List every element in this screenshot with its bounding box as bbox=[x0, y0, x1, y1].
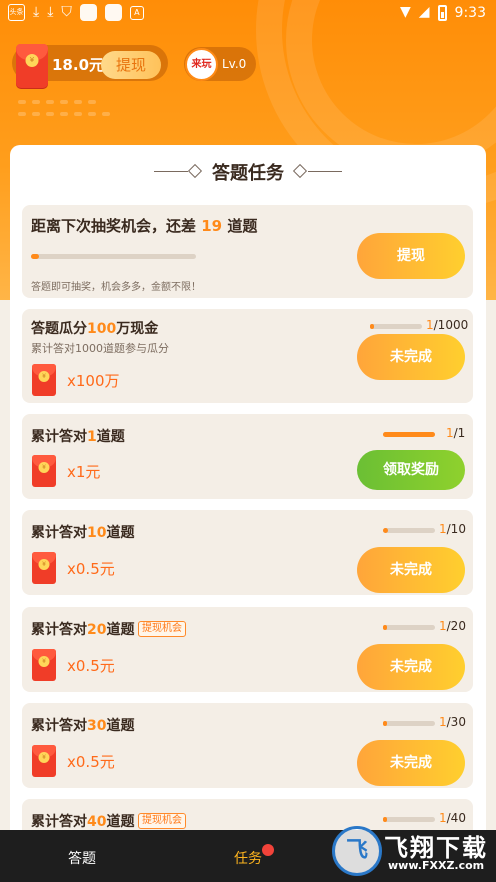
task-reward: x0.5元 bbox=[67, 753, 115, 771]
task-progress-count: 1/30 bbox=[439, 715, 466, 729]
task-progress-fill bbox=[383, 625, 388, 630]
a-letter-icon: A bbox=[129, 5, 144, 20]
notification-dot bbox=[262, 844, 274, 856]
task-progress-bar bbox=[383, 625, 435, 630]
lottery-card: 距离下次抽奖机会，还差 19 道题 答题即可抽奖，机会多多，金额不限！ 提现 bbox=[22, 205, 473, 298]
task-card: 答题瓜分100万现金 累计答对1000道题参与瓜分 1/1000 ¥ x100万 未完成 bbox=[22, 309, 473, 403]
task-progress-bar bbox=[383, 432, 435, 437]
wifi-icon: ▼ bbox=[399, 4, 411, 20]
shield-icon: ⛉ bbox=[61, 4, 72, 20]
red-envelope-icon: ¥ bbox=[32, 649, 56, 681]
task-progress-count: 1/1 bbox=[446, 426, 466, 440]
task-title: 答题瓜分100万现金 bbox=[31, 321, 159, 337]
task-title: 累计答对30道题 bbox=[31, 718, 135, 734]
watermark-url: www.FXXZ.com bbox=[388, 859, 485, 872]
task-progress-bar bbox=[383, 721, 435, 726]
battery-icon bbox=[437, 4, 447, 21]
task-progress-fill bbox=[383, 817, 388, 822]
download-icon: ⤓ bbox=[47, 4, 54, 20]
task-subtitle: 累计答对1000道题参与瓜分 bbox=[31, 342, 169, 355]
task-title: 累计答对10道题 bbox=[31, 525, 135, 541]
claim-reward-button[interactable]: 领取奖励 bbox=[357, 450, 465, 490]
task-progress-fill bbox=[383, 432, 435, 437]
withdraw-chance-badge: 提现机会 bbox=[138, 621, 186, 637]
title-divider bbox=[308, 171, 342, 172]
task-progress-fill bbox=[370, 324, 375, 329]
status-bar: 头条 ⤓ ⤓ ⛉ A ▼ ◢ 9:33 bbox=[0, 0, 496, 26]
task-reward: x0.5元 bbox=[67, 657, 115, 675]
watermark-logo: 飞 bbox=[332, 826, 382, 876]
task-card: 累计答对10道题 1/10 ¥ x0.5元 未完成 bbox=[22, 510, 473, 595]
lottery-title: 距离下次抽奖机会，还差 19 道题 bbox=[31, 217, 258, 235]
withdraw-chance-badge: 提现机会 bbox=[138, 813, 186, 829]
task-progress-count: 1/10 bbox=[439, 522, 466, 536]
incomplete-button[interactable]: 未完成 bbox=[357, 334, 465, 380]
panel-title: 答题任务 bbox=[212, 163, 284, 184]
red-envelope-icon: ¥ bbox=[32, 364, 56, 396]
red-envelope-icon: ¥ bbox=[32, 745, 56, 777]
task-card: 累计答对20道题 提现机会 1/20 ¥ x0.5元 未完成 bbox=[22, 607, 473, 692]
task-title: 累计答对1道题 bbox=[31, 429, 125, 445]
app-notification-icon bbox=[104, 4, 122, 21]
task-title: 累计答对20道题 bbox=[31, 622, 135, 638]
download-icon: ⤓ bbox=[33, 4, 40, 20]
task-progress-bar bbox=[383, 817, 435, 822]
level-label: Lv.0 bbox=[222, 57, 247, 71]
task-progress-count: 1/20 bbox=[439, 619, 466, 633]
toutiao-app-icon: 头条 bbox=[8, 4, 25, 21]
signal-icon: ◢ bbox=[418, 4, 430, 20]
wallet-amount: 18.0元 bbox=[52, 56, 105, 74]
nav-tab-quiz[interactable]: 答题 bbox=[68, 848, 96, 868]
lottery-note: 答题即可抽奖，机会多多，金额不限！ bbox=[31, 282, 201, 293]
red-envelope-icon: ¥ bbox=[32, 455, 56, 487]
clock: 9:33 bbox=[454, 4, 486, 21]
decor-dots bbox=[18, 100, 168, 140]
task-progress-bar bbox=[383, 528, 435, 533]
task-card: 累计答对1道题 1/1 ¥ x1元 领取奖励 bbox=[22, 414, 473, 499]
incomplete-button[interactable]: 未完成 bbox=[357, 740, 465, 786]
task-title: 累计答对40道题 bbox=[31, 814, 135, 830]
incomplete-button[interactable]: 未完成 bbox=[357, 644, 465, 690]
watermark-title: 飞翔下载 bbox=[384, 834, 488, 862]
task-reward: x1元 bbox=[67, 463, 101, 481]
task-panel: 答题任务 距离下次抽奖机会，还差 19 道题 答题即可抽奖，机会多多，金额不限！… bbox=[10, 145, 486, 882]
task-progress-fill bbox=[383, 721, 388, 726]
lottery-withdraw-button[interactable]: 提现 bbox=[357, 233, 465, 279]
laiwan-logo: 来玩 bbox=[185, 48, 218, 81]
lottery-progress-fill bbox=[31, 254, 40, 259]
task-progress-count: 1/1000 bbox=[426, 318, 469, 332]
task-card: 累计答对30道题 1/30 ¥ x0.5元 未完成 bbox=[22, 703, 473, 788]
red-envelope-icon: ¥ bbox=[16, 44, 48, 88]
red-envelope-icon: ¥ bbox=[32, 552, 56, 584]
nav-tab-tasks[interactable]: 任务 bbox=[234, 848, 262, 868]
incomplete-button[interactable]: 未完成 bbox=[357, 547, 465, 593]
task-progress-bar bbox=[370, 324, 422, 329]
withdraw-button[interactable]: 提现 bbox=[101, 51, 161, 79]
task-reward: x0.5元 bbox=[67, 560, 115, 578]
watermark: 飞 飞翔下载 www.FXXZ.com bbox=[332, 826, 496, 878]
lottery-progress-bar bbox=[31, 254, 196, 259]
task-progress-fill bbox=[383, 528, 389, 533]
task-progress-count: 1/40 bbox=[439, 811, 466, 825]
app-notification-icon bbox=[79, 4, 97, 21]
task-reward: x100万 bbox=[67, 372, 120, 390]
